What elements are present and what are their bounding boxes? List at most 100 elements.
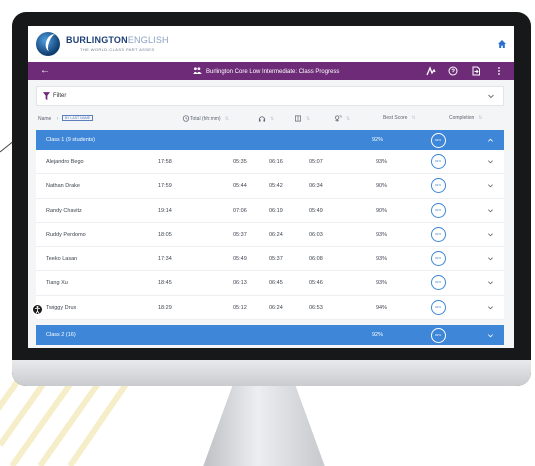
chevron-down-icon[interactable] [487,231,494,238]
group-row-class-1[interactable]: Class 1 (9 students) 92% 92% [36,130,504,150]
col-best-score[interactable]: Best Score ⇅ [383,115,416,121]
logo-strong: BURLINGTON [66,35,128,45]
module-2-time: 06:16 [269,159,283,165]
module-1-time: 05:12 [233,304,247,311]
chevron-down-icon[interactable] [487,207,494,214]
sort-icon[interactable]: ⇅ [478,115,482,121]
best-score: 90% [376,207,388,214]
chevron-down-icon[interactable] [487,279,494,286]
sort-up-icon[interactable]: ↑ [56,116,59,122]
col-completion[interactable]: Completion ⇅ [449,115,483,121]
sort-icon[interactable]: ⇅ [306,116,310,122]
completion-value: 92% [434,137,441,142]
module-2-time: 06:19 [269,207,283,214]
chevron-down-icon[interactable] [487,158,494,165]
table-row[interactable]: Alejandro Bego 17:58 05:35 06:16 05:07 9… [36,150,504,175]
col-total-label: Total (hh:mm) [190,116,221,122]
logo-light: ENGLISH [127,35,169,45]
completion-value: 92% [434,183,441,188]
module-3-time: 06:03 [309,231,323,238]
table-row[interactable]: Randy Chavitz 19:14 07:06 06:19 05:49 90… [36,198,504,223]
filter-bar[interactable]: Filter [36,86,504,106]
filter-icon [43,92,50,100]
table-row[interactable]: Teeko Lasan 17:34 05:49 05:37 06:08 93% … [36,247,504,272]
module-3-time: 06:53 [309,304,323,311]
col-module-1[interactable]: ⇅ [258,115,274,122]
table-row[interactable]: Nathan Drake 17:59 05:44 05:42 06:34 90%… [36,174,504,199]
col-completion-label: Completion [449,115,475,121]
table-row[interactable]: Tiang Xu 18:45 06:13 06:45 05:46 93% 92% [36,271,504,296]
total-time: 18:05 [158,231,172,238]
col-total[interactable]: Total (hh:mm) ⇅ [182,115,229,122]
module-1-time: 05:37 [233,231,247,238]
module-2-time: 06:24 [269,304,283,311]
student-name[interactable]: Alejandro Bego [46,159,84,165]
module-2-time: 06:24 [269,231,283,238]
best-score: 90% [376,183,388,190]
completion-ring: 92% [431,226,446,242]
group-score: 92% [372,332,384,339]
module-3-time: 05:07 [309,159,323,165]
chevron-down-icon[interactable] [487,182,494,189]
col-name[interactable]: Name ↑ BY LAST NAME [38,115,94,122]
total-time: 18:45 [158,280,172,287]
page-title: Burlington Core Low Intermediate: Class … [206,69,340,75]
completion-ring: 92% [431,132,446,148]
more-vert-icon[interactable] [494,66,504,76]
completion-ring: 92% [431,275,446,291]
student-name[interactable]: Ruddy Perdomo [46,232,86,238]
col-module-2[interactable]: ⇅ [294,115,310,122]
chevron-down-icon[interactable] [487,332,494,339]
student-name[interactable]: Randy Chavitz [46,208,82,214]
monitor-chin [12,360,531,386]
table-row[interactable]: Ruddy Perdomo 18:05 05:37 06:24 06:03 93… [36,222,504,248]
module-3-time: 06:08 [309,256,323,263]
completion-ring: 92% [431,327,446,343]
home-icon[interactable] [498,40,506,48]
completion-value: 92% [434,207,441,212]
group-name: Class 2 (16) [46,332,76,339]
student-name[interactable]: Tiang Xu [46,280,68,286]
export-icon[interactable] [471,66,481,76]
sort-icon[interactable]: ⇅ [346,116,350,122]
accessibility-icon[interactable] [32,304,43,315]
clock-icon [182,115,190,122]
accessibility-figure [35,306,40,314]
module-3-time: 05:49 [309,207,323,214]
chevron-down-icon[interactable] [487,304,494,311]
col-module-3[interactable]: ⇅ [334,115,350,122]
page-title-wrap: Burlington Core Low Intermediate: Class … [193,67,339,75]
total-time: 17:59 [158,183,172,190]
completion-ring: 92% [431,202,446,218]
help-icon[interactable] [448,66,458,76]
logo-globe-icon [36,32,60,56]
student-name[interactable]: Twiggy Drux [46,305,76,311]
by-last-name-toggle[interactable]: BY LAST NAME [61,115,94,121]
group-row-class-2[interactable]: Class 2 (16) 92% 92% [36,325,504,346]
sort-icon[interactable]: ⇅ [225,116,229,122]
signature-icon[interactable] [426,66,436,76]
module-2-time: 05:37 [269,256,283,263]
col-name-label: Name [38,116,52,122]
sort-icon[interactable]: ⇅ [270,116,274,122]
group-score: 92% [372,137,384,143]
practice-icon [335,115,342,122]
app-header: BURLINGTONENGLISH THE WORLD-CLASS PART A… [28,26,514,62]
class-progress-icon [193,67,202,74]
column-headers: Name ↑ BY LAST NAME Total (hh:mm) ⇅ ⇅ ⇅ ⇅ B… [36,112,504,124]
back-arrow-icon[interactable]: ← [40,65,50,76]
chevron-down-icon[interactable] [487,92,495,100]
completion-ring: 92% [431,178,446,194]
completion-ring: 92% [431,299,446,315]
completion-ring: 92% [431,154,446,169]
headphones-icon [258,116,266,122]
logo[interactable]: BURLINGTONENGLISH [66,35,169,45]
completion-value: 92% [434,159,441,163]
sort-icon[interactable]: ⇅ [411,115,415,121]
table-row[interactable]: Twiggy Drux 18:29 05:12 06:24 06:53 94% … [36,295,504,321]
student-name[interactable]: Teeko Lasan [46,256,77,262]
completion-value: 92% [434,231,441,236]
chevron-up-icon[interactable] [487,137,494,144]
student-name[interactable]: Nathan Drake [46,183,80,189]
chevron-down-icon[interactable] [487,255,494,262]
